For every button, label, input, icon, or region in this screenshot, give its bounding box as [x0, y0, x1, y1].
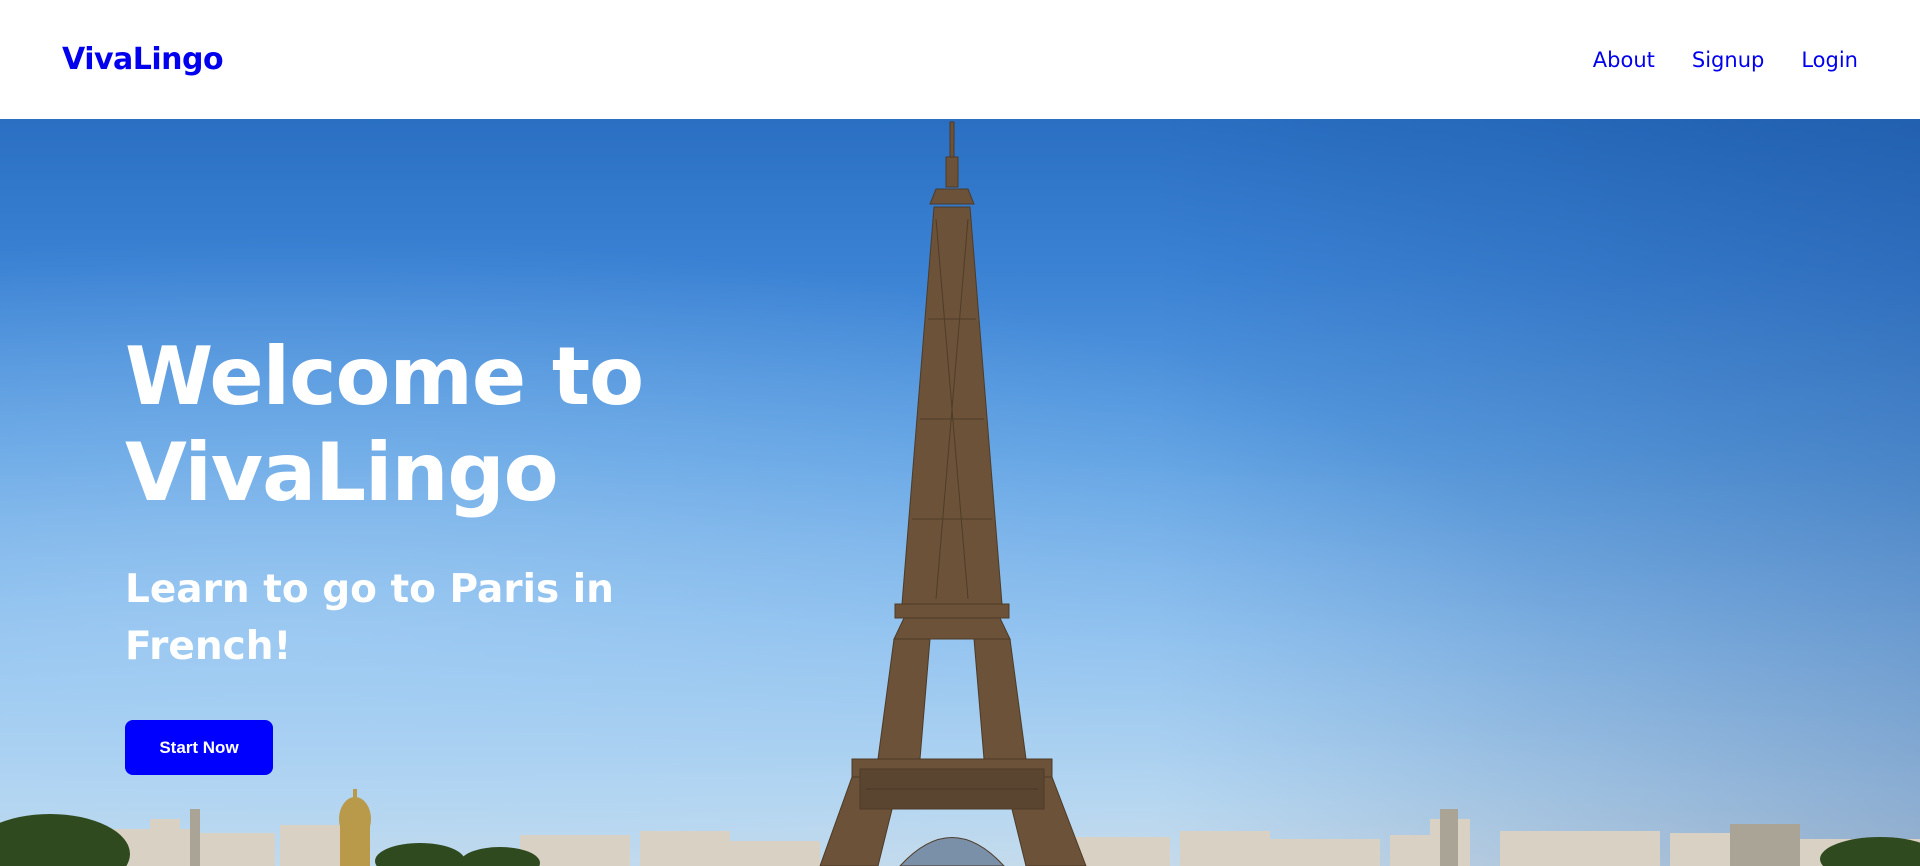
eiffel-tower	[819, 121, 1087, 866]
hero-title-line1: Welcome to	[125, 330, 644, 423]
start-now-button[interactable]: Start Now	[125, 720, 273, 775]
golden-dome	[339, 789, 371, 866]
nav-links: About Signup Login	[1593, 48, 1858, 72]
nav-link-login[interactable]: Login	[1801, 48, 1858, 72]
nav-link-signup[interactable]: Signup	[1692, 48, 1764, 72]
city-skyline	[100, 819, 1920, 866]
navbar: VivaLingo About Signup Login	[0, 0, 1920, 119]
hero-content: Welcome to VivaLingo Learn to go to Pari…	[125, 329, 745, 775]
hero-title: Welcome to VivaLingo	[125, 329, 745, 521]
hero-section: Welcome to VivaLingo Learn to go to Pari…	[0, 119, 1920, 866]
hero-title-line2: VivaLingo	[125, 426, 559, 519]
brand-logo-link[interactable]: VivaLingo	[62, 42, 224, 77]
hero-subtitle-line1: Learn to go to Paris in	[125, 567, 614, 612]
hero-subtitle-line2: French!	[125, 624, 292, 669]
nav-link-about[interactable]: About	[1593, 48, 1655, 72]
hero-subtitle: Learn to go to Paris in French!	[125, 561, 745, 675]
